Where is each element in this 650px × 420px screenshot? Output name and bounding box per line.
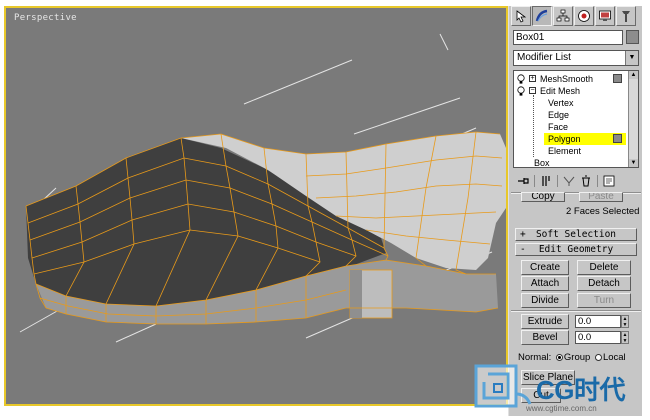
pin-stack-icon[interactable]: [517, 175, 529, 187]
soft-selection-rollout[interactable]: + Soft Selection: [515, 228, 637, 241]
extrude-amount-field[interactable]: 0.0 ▲ ▼: [575, 315, 629, 328]
spinner-arrows-icon[interactable]: ▲ ▼: [621, 331, 629, 344]
chevron-down-icon[interactable]: ▼: [625, 51, 638, 65]
radio-local-icon[interactable]: [594, 354, 602, 361]
attach-button[interactable]: Attach: [521, 276, 569, 291]
command-panel-tabs: [511, 6, 641, 28]
mesh-block-side: [350, 270, 362, 318]
toolbar-divider: [557, 175, 558, 187]
stack-item-meshsmooth[interactable]: + MeshSmooth: [514, 73, 626, 85]
bevel-button[interactable]: Bevel: [521, 330, 569, 345]
modifier-toggle-icon[interactable]: [613, 74, 622, 83]
lightbulb-icon[interactable]: [517, 74, 525, 84]
stack-item-edit-mesh[interactable]: − Edit Mesh: [514, 85, 626, 97]
stack-item-label: Edge: [548, 110, 570, 120]
modify-tab[interactable]: [532, 6, 552, 26]
command-panel: Box01 Modifier List ▼ + MeshSmooth − Edi…: [508, 6, 642, 416]
create-button[interactable]: Create: [521, 260, 569, 275]
spinner-arrows-icon[interactable]: ▲ ▼: [621, 315, 629, 328]
configure-modifier-sets-icon[interactable]: [603, 175, 615, 187]
panel-divider: [511, 310, 641, 312]
remove-modifier-icon[interactable]: [580, 175, 592, 187]
make-unique-icon[interactable]: [563, 175, 575, 187]
stack-subobject-face[interactable]: Face: [514, 121, 626, 133]
utilities-icon: [622, 11, 630, 22]
stack-toolbar: [513, 172, 639, 190]
stack-item-label: Box: [534, 158, 550, 168]
toolbar-divider: [597, 175, 598, 187]
stack-subobject-vertex[interactable]: Vertex: [514, 97, 626, 109]
mesh-scene: [19, 33, 506, 343]
turn-button[interactable]: Turn: [577, 293, 631, 308]
radio-group-icon[interactable]: [555, 354, 563, 361]
create-icon: [516, 10, 527, 23]
cgtime-logo-icon: [474, 364, 532, 408]
subobject-toggle-icon[interactable]: [613, 134, 622, 143]
display-tab[interactable]: [595, 6, 615, 26]
detach-button[interactable]: Detach: [577, 276, 631, 291]
hierarchy-icon: [556, 9, 570, 22]
edit-geometry-rollout[interactable]: - Edit Geometry: [515, 243, 637, 256]
normal-option-group[interactable]: Group: [564, 352, 590, 363]
perspective-viewport[interactable]: Perspective: [4, 6, 508, 406]
stack-item-label: Element: [548, 146, 582, 156]
scroll-down-icon[interactable]: ▼: [629, 159, 638, 167]
stack-subobject-edge[interactable]: Edge: [514, 109, 626, 121]
watermark-url: www.cgtime.com.cn: [526, 404, 597, 413]
show-end-result-icon[interactable]: [540, 175, 552, 187]
delete-button[interactable]: Delete: [577, 260, 631, 275]
stack-item-box[interactable]: Box: [514, 157, 626, 168]
motion-tab[interactable]: [574, 6, 594, 26]
object-color-swatch[interactable]: [626, 30, 639, 44]
watermark: CG时代 www.cgtime.com.cn: [474, 364, 650, 420]
bevel-amount-field[interactable]: 0.0 ▲ ▼: [575, 331, 629, 344]
extrude-button[interactable]: Extrude: [521, 314, 569, 329]
stack-subobject-element[interactable]: Element: [514, 145, 626, 157]
hierarchy-tab[interactable]: [553, 6, 573, 26]
stack-scrollbar[interactable]: ▲ ▼: [628, 71, 638, 167]
motion-icon: [578, 10, 590, 22]
lightbulb-icon[interactable]: [517, 86, 525, 96]
stack-item-label: Vertex: [548, 98, 574, 108]
divide-button[interactable]: Divide: [521, 293, 569, 308]
paste-button[interactable]: Paste: [579, 192, 623, 202]
stack-subobject-polygon[interactable]: Polygon: [514, 133, 626, 145]
stack-item-label: Polygon: [548, 134, 581, 144]
toolbar-divider: [534, 175, 535, 187]
bevel-value: 0.0: [578, 332, 592, 343]
utilities-tab[interactable]: [616, 6, 636, 26]
rollout-label: Edit Geometry: [538, 244, 614, 255]
modify-icon: [535, 9, 548, 22]
object-name-field[interactable]: Box01: [513, 30, 623, 45]
expand-icon[interactable]: +: [529, 75, 536, 82]
rollout-label: Soft Selection: [535, 229, 617, 240]
display-icon: [599, 10, 611, 21]
modifier-stack[interactable]: + MeshSmooth − Edit Mesh Vertex Edge Fac…: [513, 70, 639, 168]
collapse-icon[interactable]: −: [529, 87, 536, 94]
copy-button[interactable]: Copy: [521, 192, 565, 202]
modifier-list-dropdown[interactable]: Modifier List ▼: [513, 50, 639, 66]
selection-status: 2 Faces Selected: [566, 206, 640, 217]
normal-label: Normal:: [518, 352, 552, 363]
normal-option-local[interactable]: Local: [603, 352, 626, 363]
extrude-value: 0.0: [578, 316, 592, 327]
create-tab[interactable]: [511, 6, 531, 26]
modifier-list-label: Modifier List: [517, 52, 571, 63]
stack-item-label: Face: [548, 122, 569, 132]
scroll-up-icon[interactable]: ▲: [629, 71, 638, 79]
watermark-logo-text: CG时代: [536, 375, 626, 405]
stack-item-label: MeshSmooth: [540, 74, 594, 84]
normal-options: Normal: Group Local: [518, 352, 626, 363]
stack-item-label: Edit Mesh: [540, 86, 581, 96]
